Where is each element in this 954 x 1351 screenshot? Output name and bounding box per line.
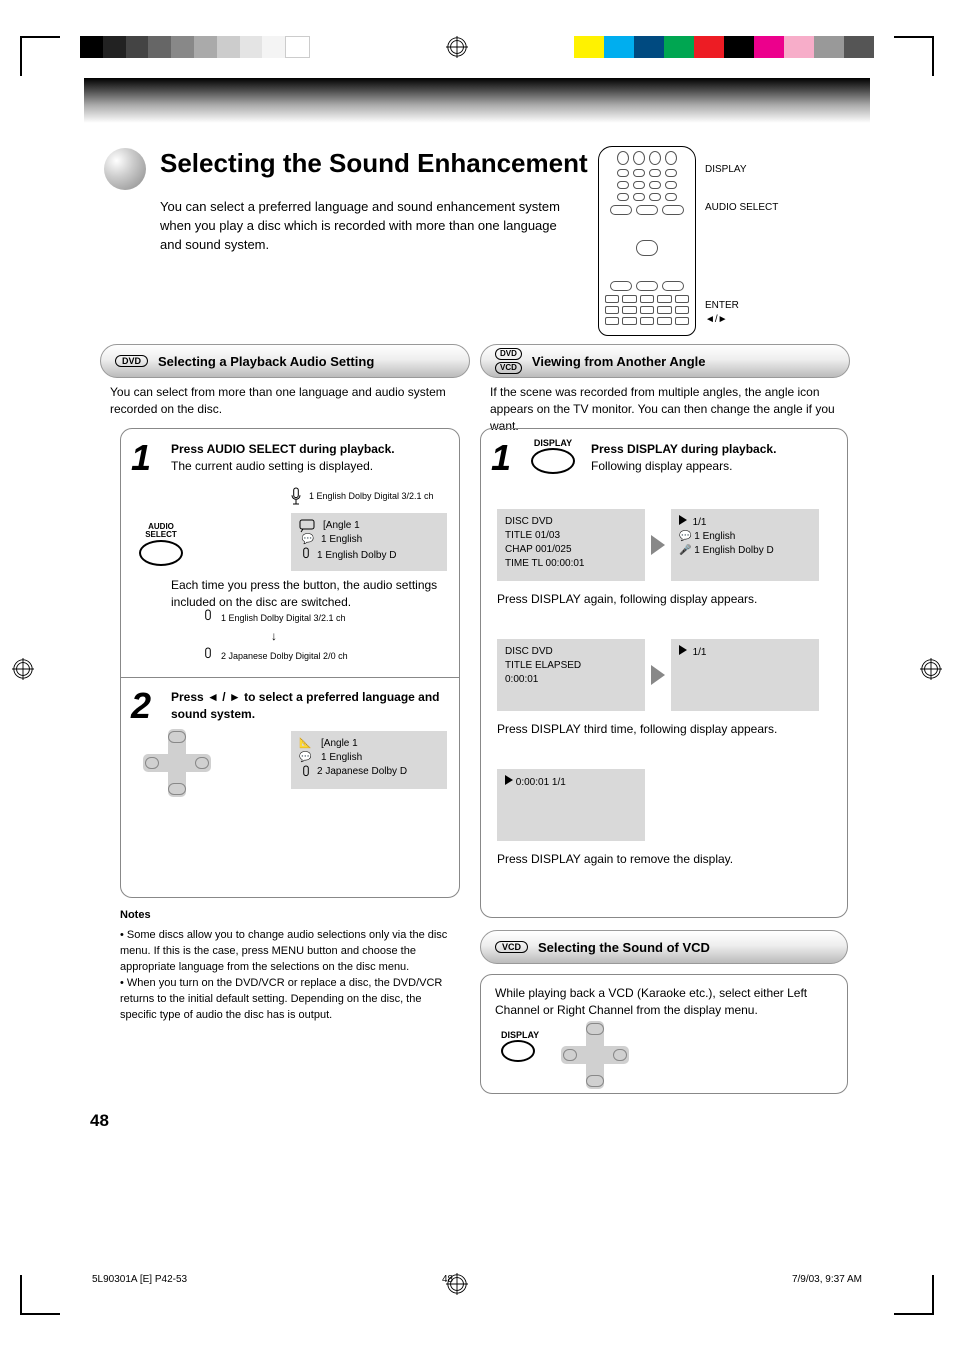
osd-split: DISC DVD TITLE 01/03 CHAP 001/025 TIME T…	[497, 509, 819, 581]
panel-vcd-sound: While playing back a VCD (Karaoke etc.),…	[480, 974, 848, 1094]
play-icon	[679, 515, 687, 525]
mic-icon	[201, 647, 215, 665]
section-b-title: Viewing from Another Angle	[532, 354, 706, 369]
play-icon	[505, 775, 513, 785]
crop-mark	[20, 36, 60, 76]
panel-angle-view: 1 DISPLAY Press DISPLAY during playback.…	[480, 428, 848, 918]
section-heading-angle: DVD VCD Viewing from Another Angle	[480, 344, 850, 378]
remote-label-arrows: ◄/►	[705, 314, 728, 327]
step2-head: Press ◄ / ► to select a preferred langua…	[171, 690, 440, 721]
down-arrow-icon: ↓	[271, 629, 277, 643]
footer-date: 7/9/03, 9:37 AM	[792, 1274, 862, 1285]
mic-icon	[299, 765, 313, 783]
play-icon	[679, 645, 687, 655]
section-c-title: Selecting the Sound of VCD	[538, 940, 710, 955]
step-number: 1	[131, 437, 151, 479]
footer-filename: 5L90301A [E] P42-53	[92, 1274, 187, 1285]
step1-head: Press AUDIO SELECT during playback.	[171, 442, 395, 456]
header-gradient	[84, 78, 870, 123]
mic-icon	[201, 609, 215, 627]
section-a-title: Selecting a Playback Audio Setting	[158, 354, 374, 369]
disc-type-pill: VCD	[495, 941, 528, 953]
step1-sub: The current audio setting is displayed.	[171, 459, 373, 473]
disc-type-pill: DVD	[115, 355, 148, 367]
crop-mark	[894, 36, 934, 76]
step1-explain: Each time you press the button, the audi…	[171, 577, 451, 612]
section-a-lead: You can select from more than one langua…	[110, 384, 460, 418]
manual-page: { "header": { "title": "Selecting the So…	[0, 0, 954, 1351]
remote-label-audio-select: AUDIO SELECT	[705, 202, 778, 215]
disc-type-pill: DVD	[495, 348, 522, 360]
step-number: 2	[131, 685, 151, 727]
page-intro: You can select a preferred language and …	[160, 198, 580, 255]
registration-mark-icon	[446, 36, 468, 58]
mic-icon	[299, 547, 313, 565]
grayscale-swatch-bar	[80, 36, 310, 58]
transition-text: Press DISPLAY again, following display a…	[497, 591, 837, 608]
button-label-display: DISPLAY	[501, 1031, 539, 1040]
notes-title: Notes	[120, 909, 151, 921]
section-c-body: While playing back a VCD (Karaoke etc.),…	[495, 985, 835, 1020]
display-button-icon	[531, 448, 575, 474]
button-label-audio-select: AUDIO SELECT	[139, 523, 183, 540]
arrow-right-icon	[651, 535, 665, 555]
color-swatch-bar	[574, 36, 874, 58]
crop-mark	[894, 1275, 934, 1315]
transition-text: Press DISPLAY again to remove the displa…	[497, 851, 837, 868]
disc-type-pill: VCD	[495, 362, 522, 374]
osd-screen: [Angle 1 💬1 English 1 English Dolby D	[291, 513, 447, 571]
remote-control-diagram	[598, 146, 696, 336]
direction-pad-icon	[143, 729, 211, 797]
osd-screen: 📐[Angle 1 💬1 English 2 Japanese Dolby D	[291, 731, 447, 789]
section-heading-vcd-sound: VCD Selecting the Sound of VCD	[480, 930, 848, 964]
transition-text: Press DISPLAY third time, following disp…	[497, 721, 837, 738]
registration-mark-icon	[920, 658, 942, 680]
page-number: 48	[90, 1111, 109, 1131]
remote-label-enter: ENTER	[705, 300, 739, 313]
osd-split: DISC DVD TITLE ELAPSED 0:00:01 1/1	[497, 639, 819, 711]
registration-mark-icon	[12, 658, 34, 680]
notes-body: • Some discs allow you to change audio s…	[120, 928, 460, 1024]
panel-audio-select: 1 Press AUDIO SELECT during playback. Th…	[120, 428, 460, 898]
remote-label-display: DISPLAY	[705, 164, 747, 177]
r-step1-sub: Following display appears.	[591, 459, 732, 473]
crop-mark	[20, 1275, 60, 1315]
step-number: 1	[491, 437, 511, 479]
osd-audio-line: 1 English Dolby Digital 3/2.1 ch	[309, 491, 434, 501]
page-title: Selecting the Sound Enhancement	[160, 148, 588, 179]
footer-page: 48	[442, 1274, 453, 1285]
section-heading-audio: DVD Selecting a Playback Audio Setting	[100, 344, 470, 378]
osd-screen: 0:00:01 1/1	[497, 769, 645, 841]
section-bullet-icon	[104, 148, 146, 190]
section-b-lead: If the scene was recorded from multiple …	[490, 384, 845, 434]
direction-pad-icon	[561, 1021, 629, 1089]
mic-icon	[289, 487, 303, 505]
arrow-right-icon	[651, 665, 665, 685]
audio-select-button-icon	[139, 540, 183, 566]
r-step1-head: Press DISPLAY during playback.	[591, 442, 776, 456]
button-label-display: DISPLAY	[531, 439, 575, 448]
display-button-icon	[501, 1040, 535, 1062]
angle-icon	[299, 519, 319, 533]
